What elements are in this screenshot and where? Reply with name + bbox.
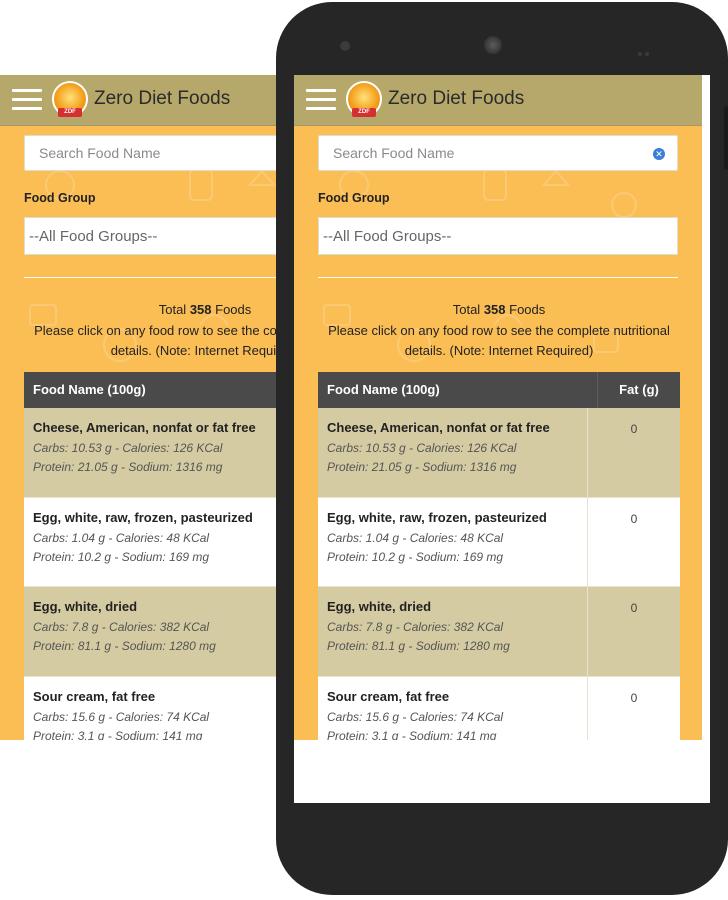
food-name: Egg, white, raw, frozen, pasteurized	[327, 509, 547, 525]
food-group-label: Food Group	[24, 191, 96, 205]
app-bar: ZDF Zero Diet Foods	[0, 75, 276, 126]
food-macros: Protein: 81.1 g - Sodium: 1280 mg	[33, 639, 216, 653]
food-macros: Carbs: 10.53 g - Calories: 126 KCal	[33, 441, 223, 455]
total-foods-text: Total 358 Foods	[158, 302, 252, 317]
table-row[interactable]: Egg, white, dried Carbs: 7.8 g - Calories…	[24, 587, 276, 677]
food-name: Sour cream, fat free	[327, 688, 450, 704]
table-row[interactable]: Egg, white, dried Carbs: 7.8 g - Calories…	[318, 587, 680, 677]
food-macros: Protein: 10.2 g - Sodium: 169 mg	[327, 549, 504, 564]
clear-search-icon[interactable]: ✕	[653, 148, 665, 160]
search-input[interactable]	[25, 136, 276, 170]
food-group-select[interactable]: --All Food Groups--	[318, 217, 678, 255]
search-field[interactable]: ✕	[318, 135, 678, 171]
power-button	[724, 106, 728, 170]
food-table: Food Name (100g) Fat (g) Cheese, America…	[24, 372, 276, 740]
food-macros: Carbs: 7.8 g - Calories: 382 KCal	[33, 620, 210, 634]
phone-screen: ZDF Zero Diet Foods ✕ Food Group --All F…	[294, 75, 710, 803]
app-bar: ZDF Zero Diet Foods	[294, 75, 702, 126]
app-title: Zero Diet Foods	[388, 88, 525, 109]
food-macros: Protein: 10.2 g - Sodium: 169 mg	[33, 549, 210, 564]
sensor-dots	[638, 43, 656, 56]
food-fat: 0	[630, 690, 638, 705]
table-row[interactable]: Sour cream, fat free Carbs: 15.6 g - Calo…	[24, 676, 276, 741]
divider	[24, 277, 276, 278]
info-text: Please click on any food row to see the …	[328, 323, 670, 358]
food-fat: 0	[630, 422, 638, 436]
hamburger-menu-icon[interactable]	[12, 89, 42, 111]
food-macros: Carbs: 1.04 g - Calories: 48 KCal	[33, 530, 210, 545]
food-macros: Protein: 21.05 g - Sodium: 1316 mg	[33, 460, 223, 474]
table-header: Food Name (100g) Fat (g)	[24, 372, 276, 408]
search-input[interactable]	[319, 136, 647, 170]
food-name: Sour cream, fat free	[33, 688, 156, 704]
table-row[interactable]: Egg, white, raw, frozen, pasteurized Carb…	[318, 497, 680, 587]
app-logo: ZDF	[52, 81, 88, 117]
food-macros: Carbs: 15.6 g - Calories: 74 KCal	[33, 709, 210, 724]
divider	[318, 277, 678, 278]
table-row[interactable]: Sour cream, fat free Carbs: 15.6 g - Calo…	[318, 676, 680, 741]
header-food-name: Food Name (100g)	[318, 372, 598, 408]
food-macros: Protein: 81.1 g - Sodium: 1280 mg	[327, 639, 510, 653]
food-name: Cheese, American, nonfat or fat free	[327, 420, 550, 435]
front-app-screen: ZDF Zero Diet Foods ✕ Food Group --All F…	[294, 75, 702, 740]
food-macros: Carbs: 15.6 g - Calories: 74 KCal	[327, 709, 504, 724]
food-name: Egg, white, dried	[33, 599, 138, 614]
food-macros: Protein: 21.05 g - Sodium: 1316 mg	[327, 460, 517, 474]
food-macros: Carbs: 1.04 g - Calories: 48 KCal	[327, 530, 504, 545]
info-text: Please click on any food row to see the …	[34, 323, 276, 358]
header-food-name: Food Name (100g)	[24, 372, 276, 408]
food-name: Cheese, American, nonfat or fat free	[33, 420, 256, 435]
food-name: Egg, white, raw, frozen, pasteurized	[33, 509, 253, 525]
food-group-label: Food Group	[318, 191, 390, 205]
table-row[interactable]: Cheese, American, nonfat or fat free Carb…	[24, 408, 276, 498]
food-macros: Protein: 3.1 g - Sodium: 141 mg	[33, 728, 203, 741]
header-fat: Fat (g)	[619, 382, 659, 397]
food-macros: Protein: 3.1 g - Sodium: 141 mg	[327, 728, 497, 741]
table-row[interactable]: Egg, white, raw, frozen, pasteurized Carb…	[24, 497, 276, 587]
app-logo: ZDF	[346, 81, 382, 117]
food-table: Food Name (100g) Fat (g) Cheese, America…	[318, 372, 680, 740]
search-field[interactable]	[24, 135, 276, 171]
food-fat: 0	[630, 511, 638, 526]
food-group-select[interactable]: --All Food Groups--	[24, 217, 276, 255]
proximity-sensor	[340, 41, 350, 51]
food-name: Egg, white, dried	[327, 599, 432, 614]
table-row[interactable]: Cheese, American, nonfat or fat free Carb…	[318, 408, 680, 498]
app-title: Zero Diet Foods	[94, 88, 231, 109]
food-fat: 0	[630, 601, 638, 615]
total-foods-text: Total 358 Foods	[452, 302, 546, 317]
front-camera	[484, 36, 502, 54]
table-header: Food Name (100g) Fat (g)	[318, 372, 680, 408]
back-app-screen: ZDF Zero Diet Foods Food Group --All Foo…	[0, 75, 276, 740]
hamburger-menu-icon[interactable]	[306, 89, 336, 111]
food-macros: Carbs: 7.8 g - Calories: 382 KCal	[327, 620, 504, 634]
phone-device: ZDF Zero Diet Foods ✕ Food Group --All F…	[276, 2, 728, 895]
food-macros: Carbs: 10.53 g - Calories: 126 KCal	[327, 441, 517, 455]
